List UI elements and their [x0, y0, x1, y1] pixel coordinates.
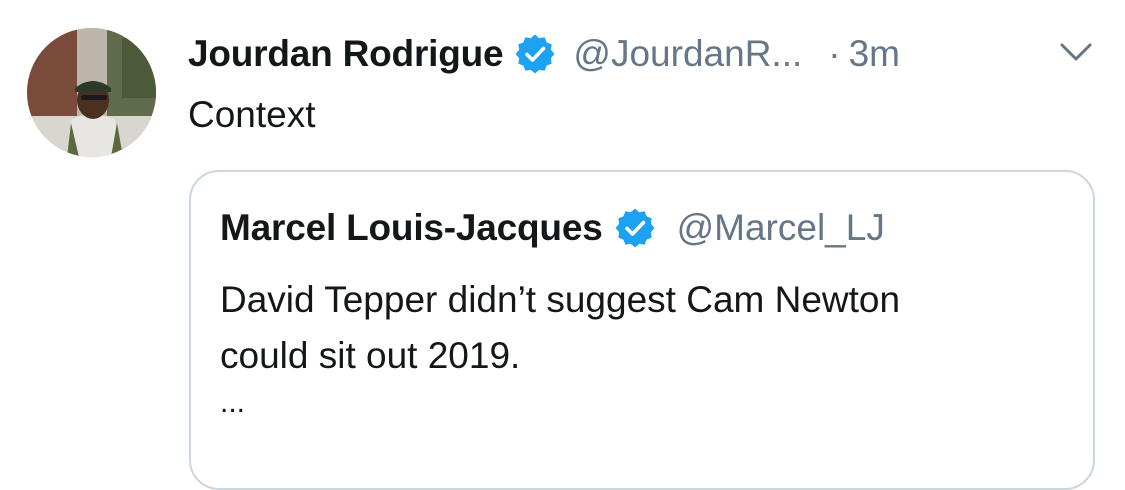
quoted-text-line: could sit out 2019. [220, 335, 521, 376]
tweet-text: Context [188, 94, 316, 135]
tweet: Jourdan Rodrigue @JourdanR... · 3m Conte… [0, 0, 1125, 490]
quoted-user-handle: @Marcel_LJ [676, 207, 885, 248]
quoted-tweet-text: David Tepper didn’t suggest Cam Newton c… [220, 272, 1080, 384]
quoted-text-line: David Tepper didn’t suggest Cam Newton [220, 279, 901, 320]
verified-badge-icon [615, 208, 655, 248]
avatar[interactable] [27, 28, 156, 157]
verified-badge-icon [515, 34, 555, 74]
chevron-down-icon[interactable] [1058, 40, 1094, 64]
quoted-text-ellipsis: ... [220, 386, 246, 419]
tweet-header: Jourdan Rodrigue @JourdanR... · 3m [188, 26, 900, 82]
quoted-tweet-header: Marcel Louis-Jacques @Marcel_LJ [220, 202, 885, 254]
quoted-display-name: Marcel Louis-Jacques [220, 207, 603, 248]
avatar-photo [27, 28, 156, 157]
timestamp[interactable]: 3m [849, 33, 900, 75]
user-handle[interactable]: @JourdanR... [573, 33, 802, 75]
display-name[interactable]: Jourdan Rodrigue [188, 33, 504, 75]
separator-dot: · [828, 33, 841, 74]
quoted-tweet-card[interactable]: Marcel Louis-Jacques @Marcel_LJ David Te… [189, 170, 1095, 490]
